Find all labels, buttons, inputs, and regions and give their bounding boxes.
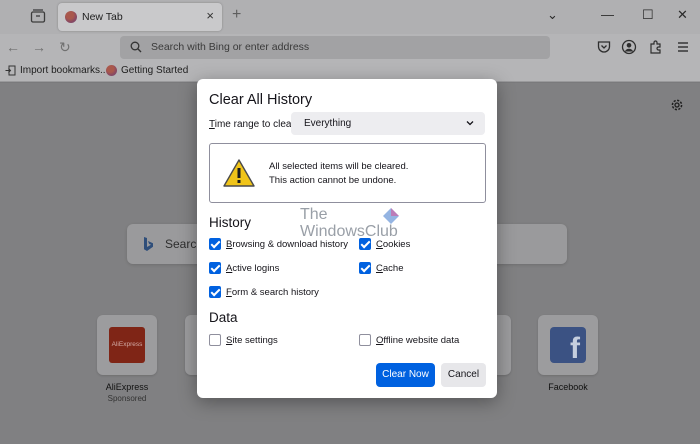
checkbox-checked[interactable]: [209, 238, 221, 250]
pocket-icon[interactable]: [596, 39, 612, 55]
facebook-logo: f: [550, 327, 586, 363]
account-icon[interactable]: [621, 39, 637, 55]
checkbox-checked[interactable]: [359, 238, 371, 250]
tab-new-tab[interactable]: New Tab ×: [58, 3, 222, 31]
form-search-history-checkbox[interactable]: Form & search history: [209, 286, 319, 298]
navigation-toolbar: ← → ↻ Search with Bing or enter address: [0, 34, 700, 61]
bing-icon: [144, 237, 153, 251]
time-range-select[interactable]: Everything: [291, 112, 485, 135]
checkbox-label: Offline website data: [376, 334, 460, 346]
address-bar[interactable]: Search with Bing or enter address: [120, 36, 550, 59]
reload-button[interactable]: ↻: [59, 38, 71, 56]
extensions-icon[interactable]: [648, 39, 664, 55]
tab-strip: New Tab × + ⌄ — ☐ ✕: [0, 0, 700, 34]
address-bar-placeholder: Search with Bing or enter address: [151, 41, 310, 53]
checkbox-unchecked[interactable]: [209, 334, 221, 346]
bookmark-getting-started[interactable]: Getting Started: [106, 65, 188, 76]
warning-line2: This action cannot be undone.: [269, 175, 397, 186]
checkbox-label: Form & search history: [226, 286, 319, 298]
active-logins-checkbox[interactable]: Active logins: [209, 262, 279, 274]
top-site-aliexpress[interactable]: AliExpress AliExpress Sponsored: [97, 315, 157, 403]
firefox-view-icon[interactable]: [30, 9, 46, 23]
time-range-value: Everything: [304, 118, 352, 129]
top-site-name: AliExpress: [105, 382, 149, 392]
checkbox-label: Cache: [376, 262, 404, 274]
top-site-tile: f: [538, 315, 598, 375]
bookmark-label: Import bookmarks...: [20, 65, 109, 76]
data-heading: Data: [209, 310, 238, 325]
time-range-label: Time range to clear:: [209, 119, 298, 130]
top-site-facebook[interactable]: f Facebook: [538, 315, 598, 392]
clear-history-dialog: Clear All History Time range to clear: E…: [197, 79, 497, 398]
maximize-button[interactable]: ☐: [642, 7, 654, 23]
checkbox-checked[interactable]: [359, 262, 371, 274]
minimize-button[interactable]: —: [601, 7, 614, 23]
warning-box: All selected items will be cleared. This…: [209, 143, 486, 203]
bookmark-import[interactable]: Import bookmarks...: [5, 65, 108, 76]
close-tab-icon[interactable]: ×: [206, 9, 214, 23]
cancel-button[interactable]: Cancel: [441, 363, 486, 387]
warning-icon: [223, 159, 255, 187]
chevron-down-icon: [466, 121, 474, 126]
top-site-sponsored-label: Sponsored: [107, 394, 147, 403]
site-settings-checkbox[interactable]: Site settings: [209, 334, 278, 346]
forward-button[interactable]: →: [32, 38, 46, 56]
dialog-title: Clear All History: [209, 92, 313, 108]
checkbox-label: Browsing & download history: [226, 238, 348, 250]
list-all-tabs-button[interactable]: ⌄: [547, 7, 558, 23]
history-heading: History: [209, 215, 252, 230]
checkbox-label: Active logins: [226, 262, 280, 274]
checkbox-checked[interactable]: [209, 262, 221, 274]
gear-icon[interactable]: [670, 98, 684, 112]
checkbox-unchecked[interactable]: [359, 334, 371, 346]
clear-now-button[interactable]: Clear Now: [376, 363, 435, 387]
cookies-checkbox[interactable]: Cookies: [359, 238, 410, 250]
bookmark-label: Getting Started: [121, 65, 189, 76]
search-icon: [130, 41, 142, 53]
firefox-icon: [65, 11, 77, 23]
top-site-tile: AliExpress: [97, 315, 157, 375]
import-icon: [5, 65, 16, 76]
back-button[interactable]: ←: [6, 38, 20, 56]
close-window-button[interactable]: ✕: [677, 7, 688, 23]
firefox-icon: [106, 65, 117, 76]
aliexpress-logo: AliExpress: [109, 327, 145, 363]
checkbox-label: Site settings: [226, 334, 278, 346]
tab-title: New Tab: [82, 11, 123, 23]
menu-icon[interactable]: [675, 39, 691, 55]
warning-line1: All selected items will be cleared.: [269, 161, 409, 172]
offline-website-data-checkbox[interactable]: Offline website data: [359, 334, 459, 346]
checkbox-label: Cookies: [376, 238, 411, 250]
top-site-name: Facebook: [548, 382, 588, 392]
browsing-history-checkbox[interactable]: Browsing & download history: [209, 238, 348, 250]
checkbox-checked[interactable]: [209, 286, 221, 298]
new-tab-button[interactable]: +: [232, 6, 241, 24]
cache-checkbox[interactable]: Cache: [359, 262, 403, 274]
